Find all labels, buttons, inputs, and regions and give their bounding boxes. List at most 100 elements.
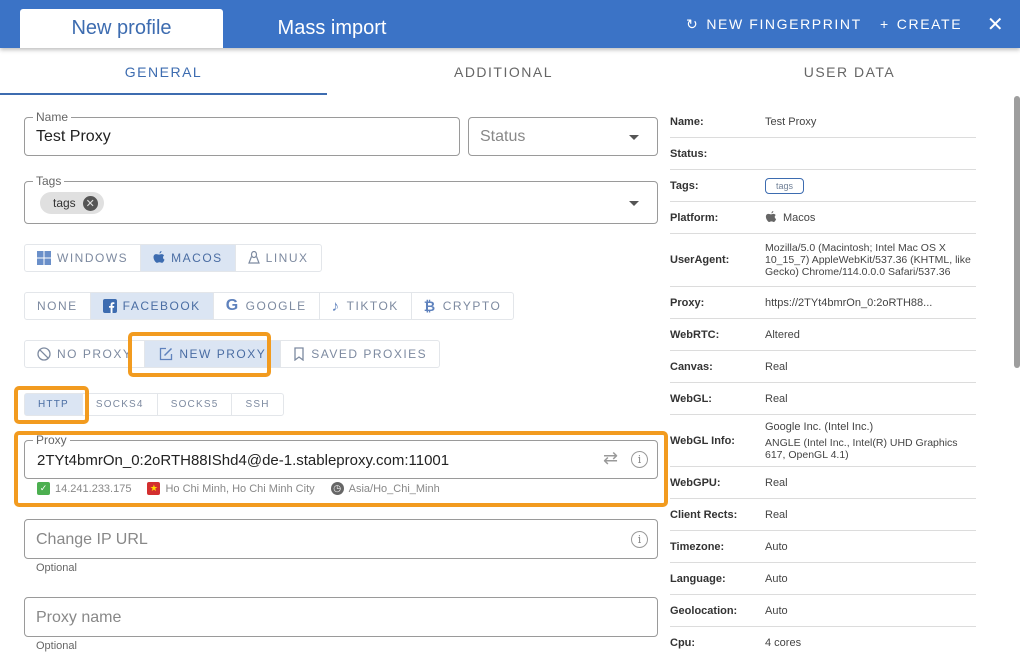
info-icon[interactable]: i [631, 451, 648, 468]
summary-key: WebGL: [670, 392, 712, 405]
tab-mass-import[interactable]: Mass import [232, 9, 432, 48]
name-field[interactable]: Name Test Proxy [24, 110, 460, 156]
summary-value: Real [765, 476, 788, 489]
template-crypto-button[interactable]: ₿ CRYPTO [412, 293, 514, 319]
change-ip-url-placeholder: Change IP URL [36, 531, 148, 548]
template-crypto-label: CRYPTO [442, 299, 502, 313]
tab-general[interactable]: GENERAL [0, 48, 327, 96]
apple-icon [153, 251, 165, 265]
template-tiktok-label: TIKTOK [346, 299, 399, 313]
os-macos-button[interactable]: MACOS [141, 245, 236, 271]
profile-summary: Name: Test Proxy Status: Tags: tags Plat… [670, 106, 976, 659]
summary-row-client-rects: Client Rects: Real [670, 499, 976, 531]
webgl-renderer: ANGLE (Intel Inc., Intel(R) UHD Graphics… [765, 436, 958, 461]
create-label: CREATE [896, 16, 963, 32]
template-facebook-label: FACEBOOK [122, 299, 201, 313]
chevron-down-icon [629, 135, 639, 140]
create-button[interactable]: + CREATE [880, 0, 962, 48]
summary-key: Timezone: [670, 540, 725, 553]
template-selector: NONE FACEBOOK G GOOGLE ♪ TIKTOK ₿ CRYPTO [24, 292, 515, 320]
summary-row-status: Status: [670, 138, 976, 170]
linux-icon [247, 251, 260, 265]
tab-user-data[interactable]: USER DATA [686, 48, 1013, 96]
template-none-button[interactable]: NONE [25, 293, 91, 319]
name-value: Test Proxy [36, 128, 111, 145]
clock-icon: ◷ [330, 482, 344, 495]
swap-icon[interactable]: ⇄ [603, 448, 618, 469]
summary-key: WebGPU: [670, 476, 721, 489]
proxy-type-http[interactable]: HTTP [25, 394, 83, 415]
template-none-label: NONE [37, 299, 78, 313]
proxy-type-socks5-label: SOCKS5 [170, 399, 219, 410]
os-windows-label: WINDOWS [57, 251, 129, 265]
proxy-type-socks5[interactable]: SOCKS5 [158, 394, 233, 415]
active-tab-indicator [0, 93, 327, 95]
template-tiktok-button[interactable]: ♪ TIKTOK [320, 293, 412, 319]
summary-value: https://2TYt4bmrOn_0:2oRTH88... [765, 296, 933, 309]
plus-icon: + [880, 16, 890, 32]
summary-key: Canvas: [670, 360, 713, 373]
summary-row-tags: Tags: tags [670, 170, 976, 202]
scrollbar-thumb[interactable] [1014, 96, 1020, 368]
proxy-location-value: Ho Chi Minh, Ho Chi Minh City [165, 482, 315, 495]
proxy-name-input[interactable]: Proxy name [24, 597, 658, 637]
apple-icon [765, 211, 777, 224]
tab-additional[interactable]: ADDITIONAL [340, 48, 667, 96]
change-ip-url-helper: Optional [36, 562, 77, 574]
proxy-type-ssh-label: SSH [245, 399, 270, 410]
scrollbar[interactable] [1013, 96, 1020, 662]
proxy-input[interactable]: Proxy 2TYt4bmrOn_0:2oRTH88IShd4@de-1.sta… [24, 433, 658, 479]
summary-tag-badge: tags [765, 177, 805, 194]
template-google-button[interactable]: G GOOGLE [214, 293, 320, 319]
summary-key: Geolocation: [670, 604, 738, 617]
summary-row-geolocation: Geolocation: Auto [670, 595, 976, 627]
new-proxy-button[interactable]: NEW PROXY [145, 341, 282, 367]
os-linux-button[interactable]: LINUX [236, 245, 321, 271]
tag-chip-label: tags [53, 196, 76, 210]
new-fingerprint-button[interactable]: ↻ NEW FINGERPRINT [686, 0, 862, 48]
os-windows-button[interactable]: WINDOWS [25, 245, 142, 271]
summary-value: Auto [765, 540, 788, 553]
bookmark-icon [293, 347, 305, 361]
close-button[interactable]: ✕ [986, 0, 1006, 48]
proxy-ip-value: 14.241.233.175 [55, 482, 132, 495]
summary-key: Status: [670, 147, 708, 160]
tiktok-icon: ♪ [331, 297, 341, 315]
proxy-mode-selector: NO PROXY NEW PROXY SAVED PROXIES [24, 340, 441, 368]
summary-value: Auto [765, 604, 788, 617]
os-macos-label: MACOS [171, 251, 223, 265]
summary-key: Client Rects: [670, 508, 738, 521]
summary-key: UserAgent: [670, 254, 730, 266]
info-icon[interactable]: i [631, 531, 648, 548]
template-facebook-button[interactable]: FACEBOOK [90, 293, 214, 319]
no-proxy-label: NO PROXY [57, 347, 133, 361]
remove-tag-icon[interactable]: ✕ [82, 195, 98, 211]
change-ip-url-input[interactable]: Change IP URL i [24, 519, 658, 559]
proxy-type-ssh[interactable]: SSH [232, 394, 282, 415]
summary-value: Altered [765, 328, 800, 341]
status-placeholder: Status [480, 128, 526, 145]
refresh-icon: ↻ [686, 15, 700, 32]
saved-proxies-button[interactable]: SAVED PROXIES [281, 341, 439, 367]
proxy-name-helper: Optional [36, 640, 77, 652]
google-icon: G [225, 297, 240, 314]
bitcoin-icon: ₿ [423, 298, 437, 314]
no-proxy-button[interactable]: NO PROXY [25, 341, 146, 367]
status-select[interactable]: Status [468, 117, 658, 156]
summary-key: Platform: [670, 211, 719, 224]
windows-icon [37, 251, 51, 265]
proxy-location: ★ Ho Chi Minh, Ho Chi Minh City [147, 482, 315, 495]
tag-chip: tags ✕ [40, 192, 104, 214]
tags-field[interactable]: Tags tags ✕ [24, 174, 658, 224]
proxy-type-socks4[interactable]: SOCKS4 [83, 394, 158, 415]
vietnam-flag-icon: ★ [147, 482, 161, 495]
proxy-type-http-label: HTTP [38, 399, 69, 410]
sub-tabs: GENERAL ADDITIONAL USER DATA [0, 48, 1020, 96]
summary-row-webgl-info: WebGL Info: Google Inc. (Intel Inc.) ANG… [670, 415, 976, 467]
summary-value: Real [765, 392, 788, 405]
tab-new-profile[interactable]: New profile [20, 9, 223, 48]
summary-value: tags [765, 174, 976, 198]
summary-key: Cpu: [670, 637, 696, 649]
proxy-type-socks4-label: SOCKS4 [95, 399, 144, 410]
ban-icon [37, 347, 51, 361]
